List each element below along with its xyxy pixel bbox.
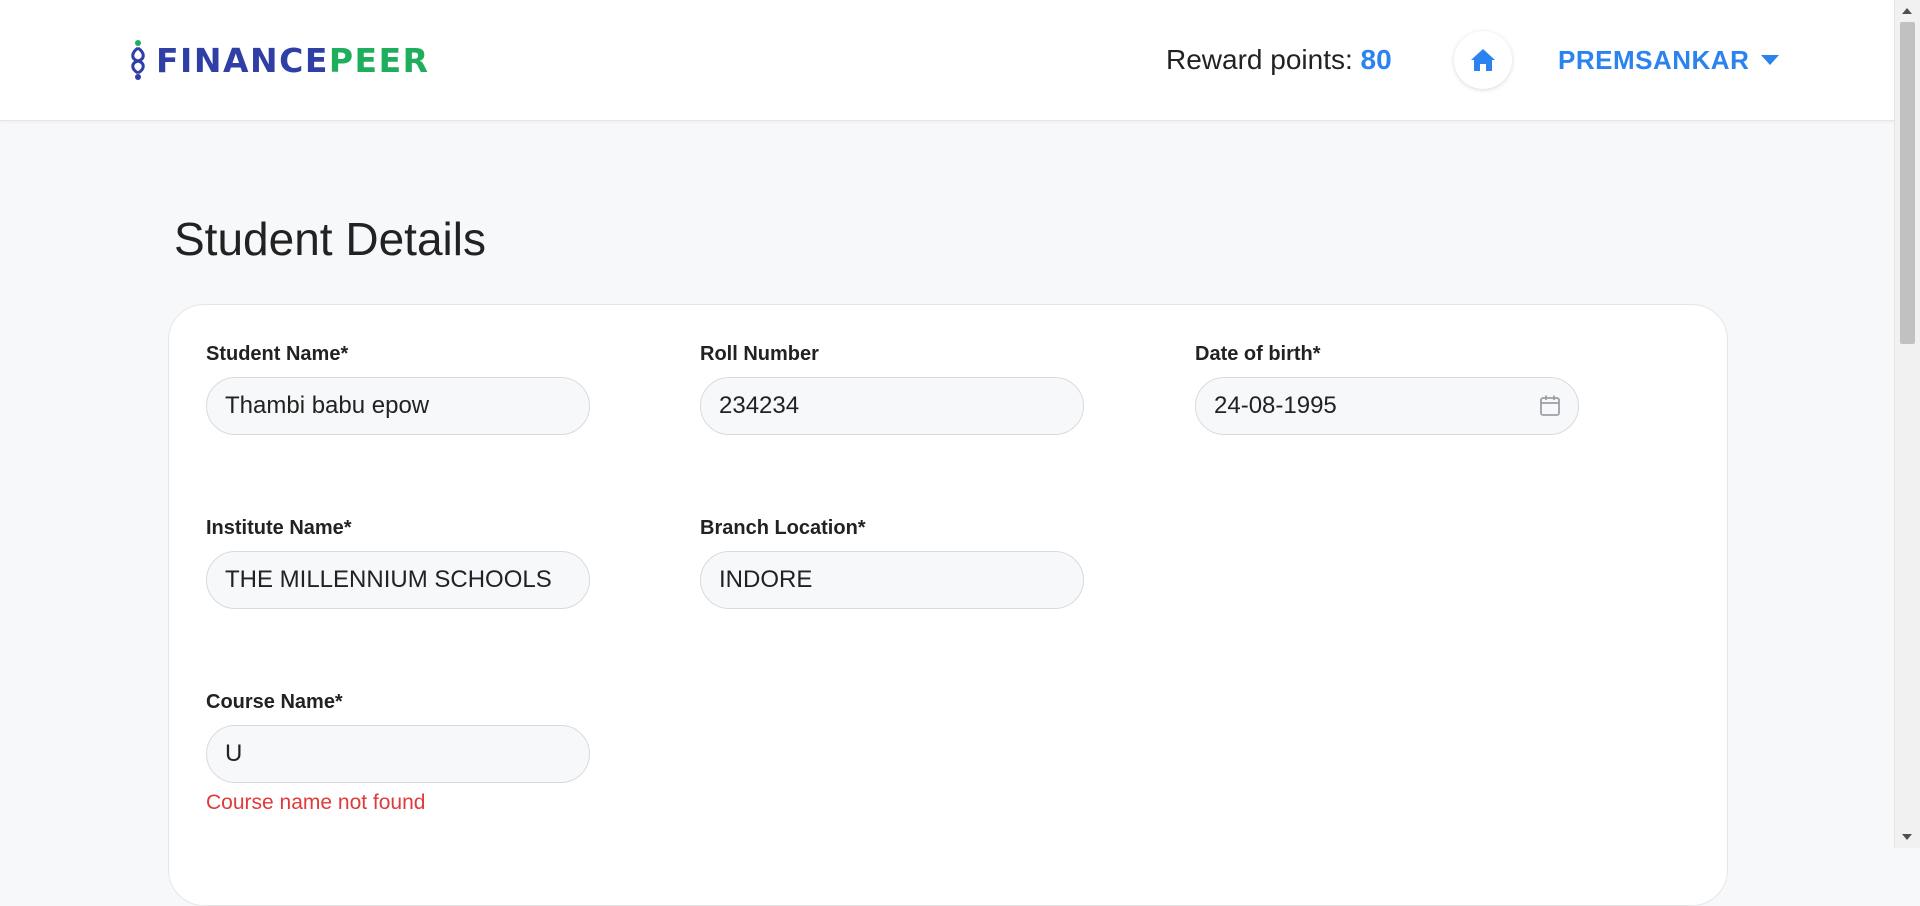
financepeer-mark-icon (131, 40, 145, 80)
scroll-thumb[interactable] (1900, 22, 1915, 344)
branch-location-label: Branch Location* (700, 517, 866, 539)
institute-name-input[interactable] (206, 551, 590, 609)
roll-number-field: Roll Number (700, 341, 1084, 435)
date-of-birth-input[interactable] (1195, 377, 1579, 435)
course-name-field: Course Name* Course name not found (206, 689, 590, 815)
logo-text-finance: FINANCE (156, 40, 329, 80)
date-of-birth-label: Date of birth* (1195, 343, 1321, 365)
page-title: Student Details (174, 213, 486, 265)
reward-points-value: 80 (1360, 44, 1392, 75)
financepeer-logo[interactable]: FINANCEPEER (128, 38, 430, 82)
reward-points: Reward points: 80 (1166, 40, 1392, 80)
user-menu-dropdown[interactable]: PREMSANKAR (1558, 40, 1780, 80)
top-header: FINANCEPEER Reward points: 80 PREMSANKAR (0, 0, 1895, 121)
student-name-label: Student Name* (206, 343, 349, 365)
student-name-field: Student Name* (206, 341, 590, 435)
scroll-down-arrow-icon[interactable] (1902, 834, 1912, 840)
institute-name-field: Institute Name* (206, 515, 590, 609)
roll-number-input[interactable] (700, 377, 1084, 435)
logo-text-peer: PEER (328, 40, 430, 80)
course-name-error: Course name not found (206, 791, 426, 814)
page-scrollbar[interactable] (1894, 0, 1920, 848)
user-name: PREMSANKAR (1558, 44, 1750, 75)
logo-text: FINANCEPEER (156, 41, 430, 80)
student-name-input[interactable] (206, 377, 590, 435)
calendar-icon[interactable] (1539, 394, 1561, 418)
institute-name-label: Institute Name* (206, 517, 352, 539)
home-icon (1471, 49, 1495, 71)
reward-points-label: Reward points: (1166, 44, 1361, 75)
branch-location-field: Branch Location* (700, 515, 1084, 609)
student-details-form: Student Name* Roll Number Date of birth*… (168, 304, 1728, 906)
course-name-label: Course Name* (206, 691, 343, 713)
roll-number-label: Roll Number (700, 343, 819, 365)
home-button[interactable] (1454, 31, 1512, 89)
date-of-birth-field: Date of birth* (1195, 341, 1579, 435)
date-of-birth-wrapper (1195, 377, 1579, 435)
caret-down-icon (1761, 55, 1780, 65)
scroll-up-arrow-icon[interactable] (1902, 8, 1912, 14)
course-name-input[interactable] (206, 725, 590, 783)
branch-location-input[interactable] (700, 551, 1084, 609)
